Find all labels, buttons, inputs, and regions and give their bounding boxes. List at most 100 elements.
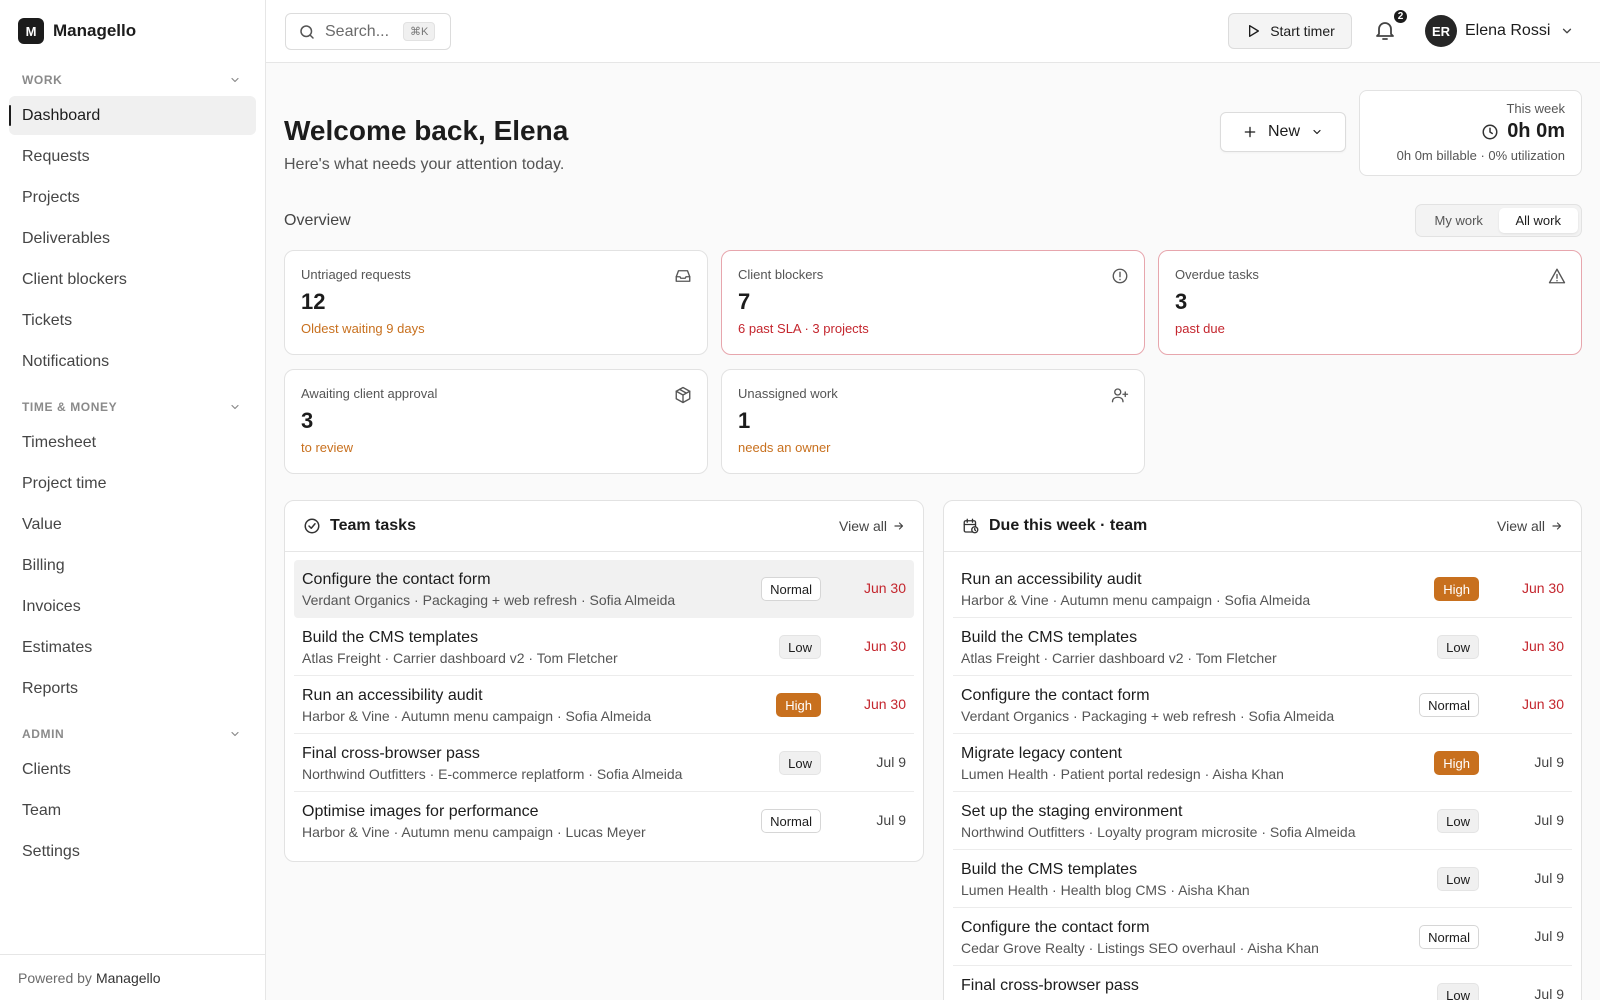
toggle-all-work[interactable]: All work xyxy=(1498,208,1578,233)
task-row[interactable]: Optimise images for performance Harbor & … xyxy=(294,792,914,850)
week-total-value: 0h 0m xyxy=(1507,120,1565,142)
notification-count-badge: 2 xyxy=(1392,8,1409,25)
user-menu[interactable]: ER Elena Rossi xyxy=(1425,15,1574,47)
view-all-link[interactable]: View all xyxy=(1497,518,1563,534)
sidebar-item-deliverables[interactable]: Deliverables xyxy=(9,219,256,258)
sidebar-item-team[interactable]: Team xyxy=(9,791,256,830)
footer-brand[interactable]: Managello xyxy=(96,970,161,986)
chevron-down-icon xyxy=(229,728,241,740)
user-plus-icon xyxy=(1111,386,1129,404)
task-row[interactable]: Run an accessibility audit Harbor & Vine … xyxy=(953,560,1572,618)
stat-label: Awaiting client approval xyxy=(301,386,438,401)
stat-label: Overdue tasks xyxy=(1175,267,1259,282)
view-all-link[interactable]: View all xyxy=(839,518,905,534)
task-row[interactable]: Migrate legacy content Lumen Health · Pat… xyxy=(953,734,1572,792)
sidebar-item-requests[interactable]: Requests xyxy=(9,137,256,176)
due-date: Jun 30 xyxy=(863,696,906,712)
stat-note: needs an owner xyxy=(738,440,831,455)
brand[interactable]: M Managello xyxy=(0,0,265,62)
new-button-label: New xyxy=(1267,123,1300,140)
chevron-down-icon xyxy=(229,401,241,413)
sidebar-item-tickets[interactable]: Tickets xyxy=(9,301,256,340)
stat-card-client-blockers[interactable]: Client blockers 7 6 past SLA · 3 projects xyxy=(721,250,1145,355)
chevron-down-icon xyxy=(229,74,241,86)
panel-header: Due this week · team View all xyxy=(944,501,1581,552)
stat-value: 3 xyxy=(301,408,314,433)
stat-card-unassigned-work[interactable]: Unassigned work 1 needs an owner xyxy=(721,369,1145,474)
start-timer-label: Start timer xyxy=(1270,23,1335,39)
sidebar-item-client-blockers[interactable]: Client blockers xyxy=(9,260,256,299)
search-input[interactable]: Search... ⌘K xyxy=(285,13,451,50)
overview-label: Overview xyxy=(284,212,351,229)
priority-badge: High xyxy=(1434,577,1479,601)
section-header[interactable]: WORK xyxy=(0,66,265,94)
task-row[interactable]: Build the CMS templates Lumen Health · He… xyxy=(953,850,1572,908)
toggle-my-work[interactable]: My work xyxy=(1419,208,1499,233)
sidebar-item-settings[interactable]: Settings xyxy=(9,832,256,871)
calendar-clock-icon xyxy=(963,518,979,534)
due-date: Jul 9 xyxy=(1534,754,1564,770)
section-header[interactable]: ADMIN xyxy=(0,720,265,748)
warning-triangle-icon xyxy=(1548,267,1566,285)
sidebar-item-timesheet[interactable]: Timesheet xyxy=(9,423,256,462)
arrow-right-icon xyxy=(894,522,904,530)
stat-card-untriaged-requests[interactable]: Untriaged requests 12 Oldest waiting 9 day… xyxy=(284,250,708,355)
stat-value: 3 xyxy=(1175,289,1188,314)
page-title: Welcome back, Elena xyxy=(284,115,569,146)
task-row[interactable]: Set up the staging environment Northwind … xyxy=(953,792,1572,850)
priority-badge: Normal xyxy=(761,577,821,601)
search-placeholder: Search... xyxy=(325,22,390,40)
view-all-label: View all xyxy=(1497,518,1545,534)
sidebar-item-projects[interactable]: Projects xyxy=(9,178,256,217)
sidebar-item-reports[interactable]: Reports xyxy=(9,669,256,708)
task-row[interactable]: Configure the contact form Verdant Organi… xyxy=(294,560,914,618)
panel-title: Due this week · team xyxy=(989,517,1148,534)
clock-icon xyxy=(1482,124,1498,139)
stat-value: 7 xyxy=(738,289,751,314)
task-row[interactable]: Final cross-browser pass Low Jul 9 xyxy=(953,966,1572,1000)
task-row[interactable]: Build the CMS templates Atlas Freight · C… xyxy=(953,618,1572,676)
due-date: Jun 30 xyxy=(1521,580,1564,596)
task-row[interactable]: Final cross-browser pass Northwind Outfit… xyxy=(294,734,914,792)
due-date: Jul 9 xyxy=(1534,986,1564,1000)
panel-title: Team tasks xyxy=(330,517,416,534)
nav-section-admin: ADMIN Clients Team Settings xyxy=(0,720,265,871)
priority-badge: Low xyxy=(1437,867,1479,891)
stat-note: past due xyxy=(1175,321,1225,336)
priority-badge: High xyxy=(1434,751,1479,775)
section-title: ADMIN xyxy=(22,727,65,741)
stat-label: Client blockers xyxy=(738,267,824,282)
due-date: Jul 9 xyxy=(876,754,906,770)
stat-value: 12 xyxy=(301,289,326,314)
sidebar-item-notifications[interactable]: Notifications xyxy=(9,342,256,381)
due-date: Jun 30 xyxy=(1521,638,1564,654)
sidebar-item-estimates[interactable]: Estimates xyxy=(9,628,256,667)
inbox-icon xyxy=(674,267,692,285)
new-button[interactable]: New xyxy=(1220,112,1346,152)
priority-badge: Normal xyxy=(1419,925,1479,949)
week-total: 0h 0m xyxy=(1360,120,1565,143)
sidebar-item-billing[interactable]: Billing xyxy=(9,546,256,585)
sidebar-item-invoices[interactable]: Invoices xyxy=(9,587,256,626)
brand-logo: M xyxy=(18,18,44,44)
sidebar-item-dashboard[interactable]: Dashboard xyxy=(9,96,256,135)
stat-card-awaiting-client-approval[interactable]: Awaiting client approval 3 to review xyxy=(284,369,708,474)
task-row[interactable]: Configure the contact form Cedar Grove Re… xyxy=(953,908,1572,966)
section-title: WORK xyxy=(22,73,63,87)
sidebar-item-clients[interactable]: Clients xyxy=(9,750,256,789)
priority-badge: Low xyxy=(779,635,821,659)
task-row[interactable]: Configure the contact form Verdant Organi… xyxy=(953,676,1572,734)
panel-header: Team tasks View all xyxy=(285,501,923,552)
sidebar-item-value[interactable]: Value xyxy=(9,505,256,544)
stat-card-overdue-tasks[interactable]: Overdue tasks 3 past due xyxy=(1158,250,1582,355)
task-row[interactable]: Run an accessibility audit Harbor & Vine … xyxy=(294,676,914,734)
sidebar-footer: Powered by Managello xyxy=(0,954,265,1000)
sidebar-item-project-time[interactable]: Project time xyxy=(9,464,256,503)
section-header[interactable]: TIME & MONEY xyxy=(0,393,265,421)
start-timer-button[interactable]: Start timer xyxy=(1228,13,1352,49)
section-title: TIME & MONEY xyxy=(22,400,118,414)
due-date: Jun 30 xyxy=(1521,696,1564,712)
due-date: Jul 9 xyxy=(1534,870,1564,886)
task-row[interactable]: Build the CMS templates Atlas Freight · C… xyxy=(294,618,914,676)
stat-label: Unassigned work xyxy=(738,386,838,401)
